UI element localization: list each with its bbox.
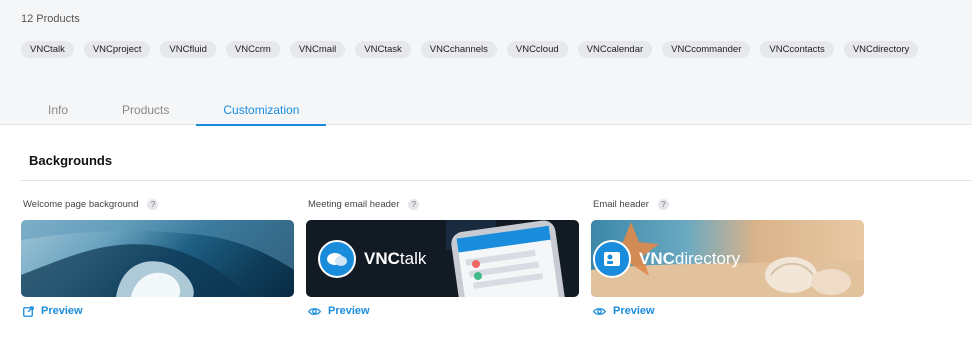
product-chip[interactable]: VNCfluid [160,41,216,58]
preview-link[interactable]: Preview [593,305,655,317]
preview-label: Preview [613,305,655,317]
product-count: 12 Products [21,13,80,25]
section-title: Backgrounds [29,153,113,168]
card-label: Email header ? [593,197,864,211]
email-header-thumbnail[interactable]: VNCdirectory [591,220,864,297]
product-chip[interactable]: VNCcalendar [577,41,653,58]
card-label: Meeting email header ? [308,197,579,211]
eye-icon [593,307,606,315]
help-icon[interactable]: ? [408,198,420,210]
welcome-background-thumbnail[interactable] [21,220,294,297]
wave-image [21,220,294,297]
product-chip[interactable]: VNCcrm [225,41,280,58]
tab-products[interactable]: Products [95,96,196,125]
product-chip[interactable]: VNCchannels [420,41,497,58]
preview-link[interactable]: Preview [308,305,370,317]
vncdirectory-logo: VNCdirectory [593,240,740,278]
product-chip[interactable]: VNCcloud [506,41,568,58]
product-chip[interactable]: VNCtalk [21,41,74,58]
external-link-icon [23,305,34,317]
tab-bar: Info Products Customization [21,96,327,126]
product-chip[interactable]: VNCcontacts [760,41,834,58]
welcome-background-card: Welcome page background ? Preview [21,197,294,317]
card-label-text: Email header [593,198,649,210]
tab-customization[interactable]: Customization [196,96,327,126]
email-header-card: Email header ? VNCdirectory Preview [591,197,864,317]
product-chip[interactable]: VNCproject [83,41,151,58]
preview-link[interactable]: Preview [23,305,83,317]
product-chip[interactable]: VNCmail [289,41,346,58]
eye-icon [308,307,321,315]
preview-label: Preview [328,305,370,317]
card-label: Welcome page background ? [23,197,294,211]
section-divider [21,180,972,181]
product-chip[interactable]: VNCcommander [662,41,751,58]
meeting-email-header-thumbnail[interactable]: VNCtalk [306,220,579,297]
products-header: 12 Products VNCtalk VNCproject VNCfluid … [0,0,972,126]
help-icon[interactable]: ? [657,198,669,210]
phone-image [446,220,565,297]
meeting-email-header-card: Meeting email header ? VNCtalk Preview [306,197,579,317]
product-chip[interactable]: VNCdirectory [843,41,919,58]
card-label-text: Meeting email header [308,198,400,210]
product-chip-list: VNCtalk VNCproject VNCfluid VNCcrm VNCma… [21,41,919,58]
contact-card-icon [593,240,631,278]
help-icon[interactable]: ? [147,198,159,210]
tab-info[interactable]: Info [21,96,95,125]
preview-label: Preview [41,305,83,317]
product-chip[interactable]: VNCtask [355,41,411,58]
card-label-text: Welcome page background [23,198,139,210]
